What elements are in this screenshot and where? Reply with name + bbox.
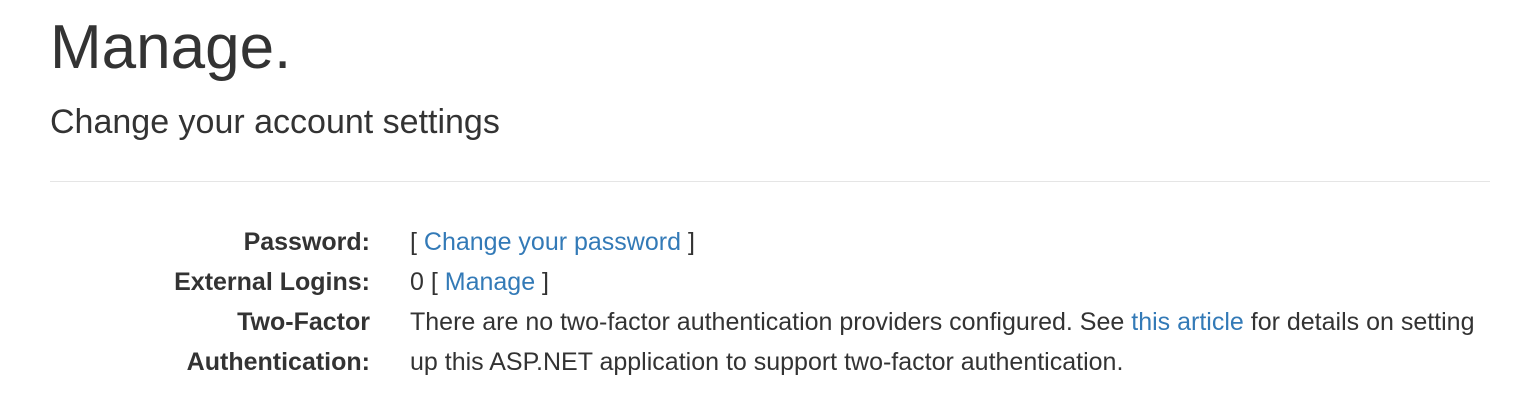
external-logins-label: External Logins:: [174, 268, 370, 296]
change-password-link[interactable]: Change your password: [424, 228, 681, 256]
open-bracket: [: [410, 228, 424, 256]
account-settings-list: Password: [ Change your password ] Exter…: [0, 222, 1528, 382]
close-bracket: ]: [681, 228, 695, 256]
manage-page: Manage. Change your account settings Pas…: [0, 0, 1528, 414]
external-logins-row: External Logins: 0 [ Manage ]: [0, 262, 1528, 302]
two-factor-label: Two-Factor Authentication:: [0, 302, 370, 382]
open-bracket: [: [423, 268, 445, 296]
this-article-link[interactable]: this article: [1131, 308, 1244, 336]
close-bracket: ]: [535, 268, 550, 296]
two-factor-text-before: There are no two-factor authentication p…: [410, 308, 1132, 336]
two-factor-row: Two-Factor Authentication: There are no …: [0, 302, 1528, 382]
external-logins-value: 0 [ Manage ]: [410, 262, 1480, 302]
two-factor-label-line1: Two-Factor: [237, 308, 370, 336]
two-factor-label-line2: Authentication:: [186, 348, 370, 376]
external-logins-count: 0: [410, 268, 424, 296]
password-value: [ Change your password ]: [410, 222, 1480, 262]
manage-logins-link[interactable]: Manage: [445, 268, 535, 296]
divider: [50, 181, 1490, 182]
password-label: Password:: [243, 228, 370, 256]
page-title: Manage.: [50, 13, 292, 82]
password-row: Password: [ Change your password ]: [0, 222, 1528, 262]
two-factor-value: There are no two-factor authentication p…: [410, 302, 1480, 382]
page-subtitle: Change your account settings: [50, 103, 500, 141]
